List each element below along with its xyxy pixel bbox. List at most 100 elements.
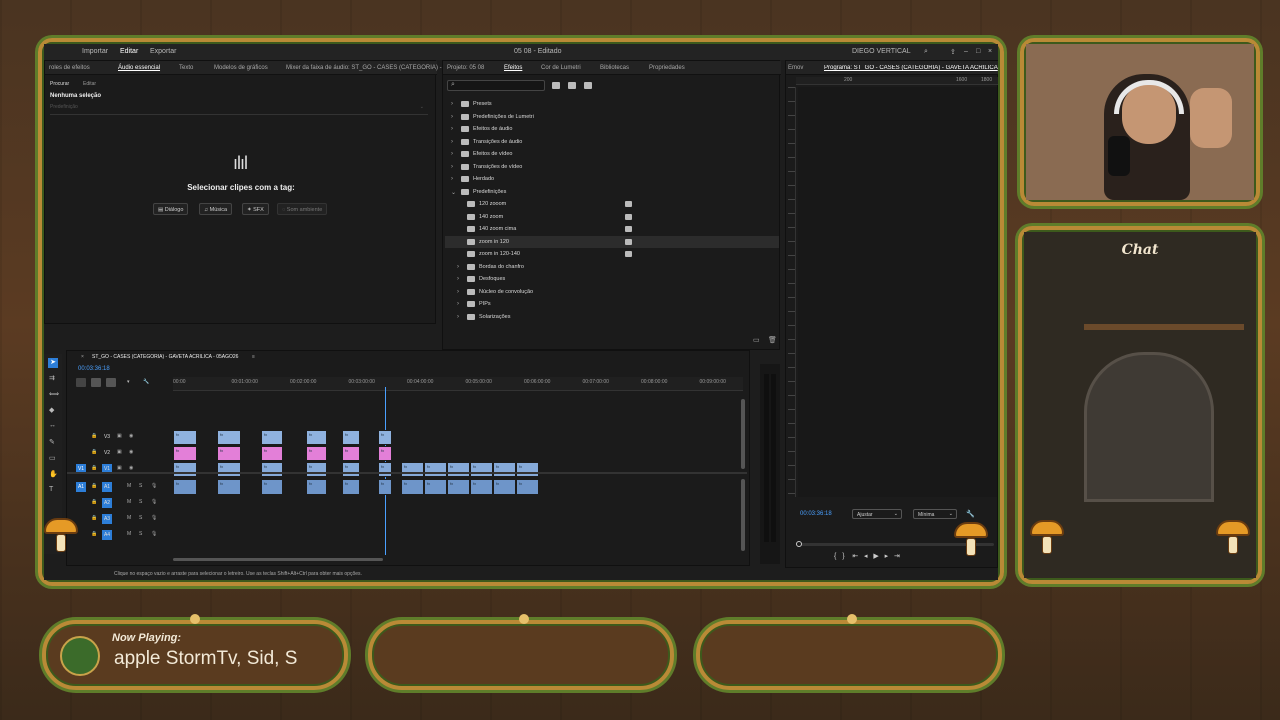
search-icon[interactable]: ⌕ xyxy=(924,48,928,56)
video-clip[interactable]: fx xyxy=(217,446,241,461)
video-clip[interactable]: fx xyxy=(342,430,360,445)
effects-search-input[interactable]: ⌕ xyxy=(447,80,545,91)
video-clip[interactable]: fx xyxy=(217,462,241,477)
horizontal-scrollbar[interactable] xyxy=(173,558,383,561)
nest-toggle-icon[interactable] xyxy=(76,378,86,387)
chevron-right-icon[interactable]: › xyxy=(451,164,453,170)
tab-audio-mixer[interactable]: Mixer da faixa de áudio: ST_GO - CASES (… xyxy=(286,65,442,71)
audio-clip[interactable]: fx xyxy=(424,479,447,495)
wrench-icon[interactable]: 🔧 xyxy=(966,510,975,518)
audio-clip[interactable]: fx xyxy=(493,479,516,495)
fit-dropdown[interactable]: Ajustar ⌄ xyxy=(852,509,902,519)
lock-icon[interactable]: 🔒 xyxy=(91,433,97,439)
track-divider[interactable] xyxy=(67,472,747,474)
preset-dropdown[interactable]: Predefinição ⌄ xyxy=(50,104,428,115)
track-select-icon[interactable]: ⇉ xyxy=(49,374,55,382)
play-icon[interactable]: ▶ xyxy=(873,553,878,560)
track-name[interactable]: A1 xyxy=(102,482,112,492)
track-name[interactable]: A3 xyxy=(102,514,112,524)
lock-icon[interactable]: 🔒 xyxy=(91,483,97,489)
video-clip[interactable]: fx xyxy=(261,430,283,445)
lock-icon[interactable]: 🔒 xyxy=(91,515,97,521)
video-scrollbar[interactable] xyxy=(741,399,745,469)
effects-folder-item[interactable]: › Desfoques xyxy=(445,273,779,285)
chevron-right-icon[interactable]: › xyxy=(451,151,453,157)
effects-preset-item[interactable]: 120 zooom xyxy=(445,198,779,210)
audio-clip[interactable]: fx xyxy=(261,479,283,495)
tag-dialogue-button[interactable]: ▤ Diálogo xyxy=(153,203,189,215)
video-clip[interactable]: fx xyxy=(378,462,392,477)
video-clip[interactable]: fx xyxy=(378,430,392,445)
effects-folder-item[interactable]: › Transições de vídeo xyxy=(445,161,779,173)
workspace-name[interactable]: DIEGO VERTICAL xyxy=(852,48,911,55)
scrubber-start-handle[interactable] xyxy=(796,541,802,547)
audio-clip[interactable]: fx xyxy=(342,479,360,495)
tab-lumetri-color[interactable]: Cor de Lumetri xyxy=(541,65,581,71)
video-clip[interactable]: fx xyxy=(401,462,424,477)
video-clip[interactable]: fx xyxy=(261,446,283,461)
audio-scrollbar[interactable] xyxy=(741,479,745,551)
video-clip[interactable]: fx xyxy=(306,462,327,477)
tag-sfx-button[interactable]: ✶ SFX xyxy=(242,203,269,215)
sync-lock-icon[interactable]: ▣ xyxy=(117,449,122,455)
effects-preset-item[interactable]: 140 zoom xyxy=(445,211,779,223)
tag-music-button[interactable]: ♫ Música xyxy=(199,203,233,215)
marker-icon[interactable]: ▾ xyxy=(127,379,130,385)
video-clip[interactable]: fx xyxy=(493,462,516,477)
track-name[interactable]: A4 xyxy=(102,530,112,540)
chevron-right-icon[interactable]: › xyxy=(451,139,453,145)
chevron-right-icon[interactable]: › xyxy=(457,314,459,320)
audio-clip[interactable]: fx xyxy=(217,479,241,495)
source-patch-a1[interactable]: A1 xyxy=(76,482,86,492)
solo-button[interactable]: S xyxy=(139,515,142,521)
microphone-icon[interactable]: 🎙 xyxy=(151,499,157,505)
sequence-tab[interactable]: ST_GO - CASES (CATEGORIA) - GAVETA ACRIL… xyxy=(92,354,238,360)
32bit-effects-icon[interactable] xyxy=(568,82,576,89)
sync-lock-icon[interactable]: ▣ xyxy=(117,433,122,439)
chevron-right-icon[interactable]: › xyxy=(457,289,459,295)
video-clip[interactable]: fx xyxy=(342,462,360,477)
effects-folder-item[interactable]: › Transições de áudio xyxy=(445,136,779,148)
chevron-right-icon[interactable]: › xyxy=(457,301,459,307)
chevron-right-icon[interactable]: › xyxy=(451,101,453,107)
minimize-icon[interactable]: – xyxy=(964,48,968,55)
yuv-effects-icon[interactable] xyxy=(584,82,592,89)
maximize-icon[interactable]: □ xyxy=(976,48,980,55)
hand-icon[interactable]: ✋ xyxy=(49,470,58,478)
chevron-right-icon[interactable]: › xyxy=(457,264,459,270)
step-back-icon[interactable]: ◂ xyxy=(864,553,868,560)
razor-icon[interactable]: ◆ xyxy=(49,406,54,414)
lock-icon[interactable]: 🔒 xyxy=(91,531,97,537)
menu-import[interactable]: Importar xyxy=(82,48,108,55)
video-clip[interactable]: fx xyxy=(217,430,241,445)
new-bin-icon[interactable]: ▭ xyxy=(753,336,760,344)
pen-icon[interactable]: ✎ xyxy=(49,438,55,446)
effects-preset-item[interactable]: zoom in 120 xyxy=(445,235,779,248)
video-clip[interactable]: fx xyxy=(306,446,327,461)
chevron-right-icon[interactable]: › xyxy=(451,176,453,182)
sub-tab-browse[interactable]: Procurar xyxy=(50,81,69,87)
mute-button[interactable]: M xyxy=(127,483,131,489)
audio-clip[interactable]: fx xyxy=(447,479,470,495)
video-clip[interactable]: fx xyxy=(173,430,197,445)
chevron-right-icon[interactable]: › xyxy=(457,276,459,282)
video-clip[interactable]: fx xyxy=(447,462,470,477)
audio-clip[interactable]: fx xyxy=(306,479,327,495)
effects-folder-item[interactable]: › Presets xyxy=(445,98,779,110)
track-name[interactable]: V3 xyxy=(102,432,112,442)
effects-folder-item[interactable]: › Efeitos de vídeo xyxy=(445,148,779,160)
mute-button[interactable]: M xyxy=(127,531,131,537)
lock-icon[interactable]: 🔒 xyxy=(91,449,97,455)
effects-folder-item[interactable]: › Núcleo de convolução xyxy=(445,286,779,298)
solo-button[interactable]: S xyxy=(139,531,142,537)
eye-icon[interactable]: ◉ xyxy=(129,433,133,439)
microphone-icon[interactable]: 🎙 xyxy=(151,515,157,521)
video-clip[interactable]: fx xyxy=(306,430,327,445)
video-clip[interactable]: fx xyxy=(424,462,447,477)
sub-tab-edit[interactable]: Editar xyxy=(83,81,96,87)
tab-effects[interactable]: Efeitos xyxy=(504,65,522,71)
solo-button[interactable]: S xyxy=(139,499,142,505)
effects-preset-item[interactable]: 140 zoom cima xyxy=(445,223,779,235)
video-clip[interactable]: fx xyxy=(173,462,197,477)
linked-selection-icon[interactable] xyxy=(106,378,116,387)
